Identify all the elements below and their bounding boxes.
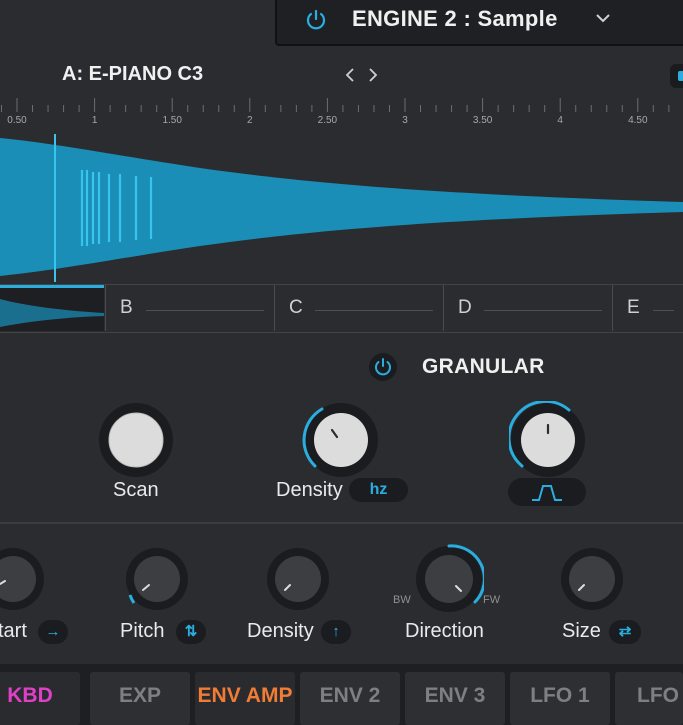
- ruler-tick-label: 1.50: [162, 115, 182, 126]
- direction-forward-label: FW: [483, 594, 501, 606]
- direction-label: Direction: [405, 620, 484, 642]
- slot-a-waveform: [0, 299, 104, 327]
- tab-env-amp[interactable]: ENV AMP: [195, 672, 295, 725]
- grain-shape-knob[interactable]: [509, 401, 587, 479]
- slot-label: C: [289, 297, 303, 318]
- modulation-tabs: KBD EXP ENV AMP ENV 2 ENV 3 LFO 1 LFO 2: [0, 664, 683, 725]
- pitch-label: Pitch: [120, 620, 165, 642]
- power-icon[interactable]: [303, 7, 329, 33]
- size-label: Size: [562, 620, 601, 642]
- direction-knob[interactable]: [414, 544, 484, 614]
- size-knob[interactable]: [559, 546, 625, 612]
- grain-shape-selector[interactable]: [508, 478, 586, 506]
- slot-label: D: [458, 297, 472, 318]
- sample-name[interactable]: A: E-PIANO C3: [62, 63, 203, 86]
- slot-a-thumbnail[interactable]: [0, 285, 104, 331]
- ruler-tick-label: 2: [247, 115, 253, 126]
- slot-label: E: [627, 297, 640, 318]
- density-label: Density: [276, 479, 343, 501]
- time-ruler: 0.50 1 1.50 2 2.50 3 3.50 4 4.50: [0, 90, 683, 130]
- granular-power-icon[interactable]: [369, 353, 397, 381]
- mod-density-direction[interactable]: ↑: [321, 620, 351, 644]
- ruler-tick-label: 3: [402, 115, 408, 126]
- tab-env-3[interactable]: ENV 3: [405, 672, 505, 725]
- engine-title[interactable]: ENGINE 2 : Sample: [352, 6, 558, 32]
- sample-slot-bar: B C D E: [0, 284, 683, 333]
- start-knob[interactable]: [0, 546, 46, 612]
- previous-sample-button[interactable]: [343, 66, 357, 84]
- scan-knob[interactable]: [97, 401, 175, 479]
- slot-c[interactable]: C: [274, 285, 443, 331]
- slot-b[interactable]: B: [105, 285, 274, 331]
- tab-kbd[interactable]: KBD: [0, 672, 80, 725]
- ruler-ticks: [0, 98, 670, 112]
- slot-divider: [484, 310, 602, 311]
- size-mod-direction[interactable]: ⇄: [609, 620, 641, 644]
- tab-env-2[interactable]: ENV 2: [300, 672, 400, 725]
- chevron-down-icon[interactable]: [593, 10, 613, 26]
- density-unit-toggle[interactable]: hz: [349, 478, 408, 502]
- window-shape-icon: [532, 485, 562, 501]
- direction-backward-label: BW: [393, 594, 411, 606]
- ruler-tick-label: 4.50: [628, 115, 648, 126]
- tab-lfo-1[interactable]: LFO 1: [510, 672, 610, 725]
- ruler-tick-label: 1: [91, 115, 98, 126]
- mod-density-label: Density: [247, 620, 314, 642]
- slot-d[interactable]: D: [443, 285, 612, 331]
- start-mod-direction[interactable]: →: [38, 620, 68, 644]
- ruler-tick-label: 2.50: [317, 115, 338, 126]
- waveform-envelope: [0, 138, 683, 276]
- pitch-knob[interactable]: [124, 546, 190, 612]
- loop-button[interactable]: [670, 64, 683, 88]
- start-label: tart: [0, 620, 27, 642]
- granular-title: GRANULAR: [422, 355, 545, 378]
- next-sample-button[interactable]: [366, 66, 380, 84]
- scan-label: Scan: [113, 479, 159, 501]
- ruler-tick-label: 4: [557, 115, 563, 126]
- pitch-mod-direction[interactable]: ⇅: [176, 620, 206, 644]
- slot-divider: [146, 310, 264, 311]
- engine-header: ENGINE 2 : Sample: [275, 0, 683, 46]
- tab-exp[interactable]: EXP: [90, 672, 190, 725]
- density-knob[interactable]: [302, 401, 380, 479]
- mod-density-knob[interactable]: [265, 546, 331, 612]
- section-divider: [0, 522, 683, 524]
- slot-divider: [315, 310, 433, 311]
- slot-label: B: [120, 297, 133, 318]
- tab-lfo-2[interactable]: LFO 2: [615, 672, 683, 725]
- ruler-tick-label: 0.50: [7, 115, 27, 126]
- ruler-tick-label: 3.50: [472, 115, 493, 126]
- waveform-display[interactable]: [0, 130, 683, 285]
- slot-e[interactable]: E: [612, 285, 683, 331]
- slot-divider: [653, 310, 674, 311]
